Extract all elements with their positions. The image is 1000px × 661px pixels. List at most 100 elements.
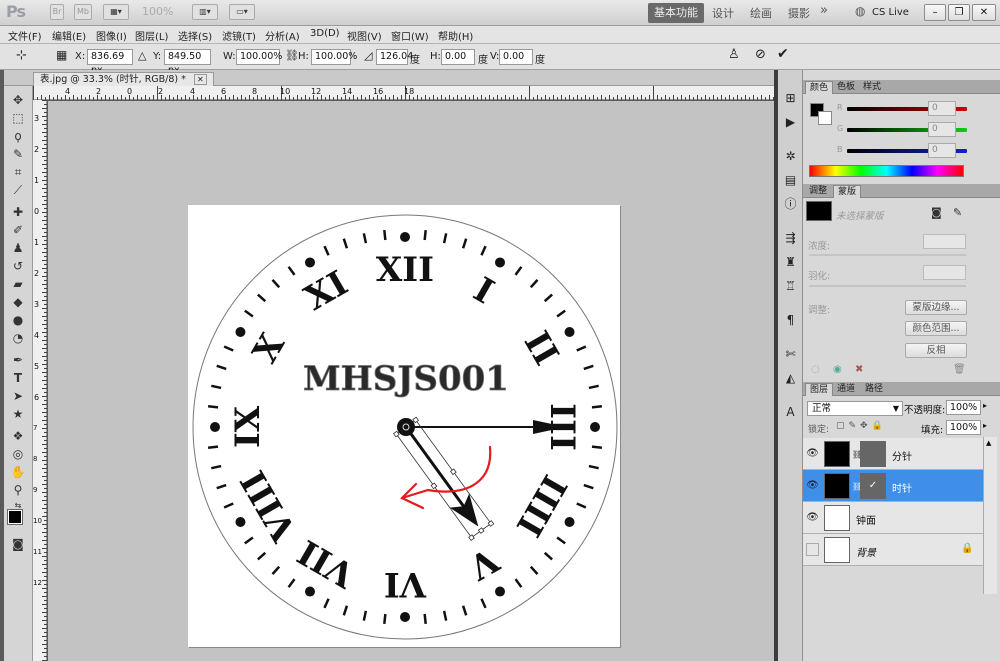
3d-rotate-icon[interactable]: ❖ xyxy=(10,428,26,444)
vector-mask-icon[interactable]: ✎ xyxy=(953,206,962,219)
tab-layers[interactable]: 图层 xyxy=(805,383,834,396)
commit-transform-icon[interactable]: ✔ xyxy=(777,46,789,62)
g-value[interactable]: 0 xyxy=(928,122,956,137)
hand-tool-icon[interactable]: ✋ xyxy=(10,464,26,480)
clone-stamp-icon[interactable]: ♟ xyxy=(10,240,26,256)
tab-adjustments[interactable]: 调整 xyxy=(805,185,831,198)
restore-button[interactable]: ❐ xyxy=(948,4,970,21)
density-slider[interactable] xyxy=(809,254,966,256)
scroll-up-icon[interactable]: ▲ xyxy=(986,439,991,447)
3d-panel-icon[interactable]: ✄ xyxy=(782,346,799,363)
menu-layer[interactable]: 图层(L) xyxy=(135,28,168,43)
pixel-mask-icon[interactable]: ◙ xyxy=(931,206,942,219)
menu-edit[interactable]: 编辑(E) xyxy=(52,28,86,43)
transform-tool-icon[interactable]: ⊹ xyxy=(16,48,27,63)
arrange-documents-icon[interactable]: ▥▾ xyxy=(192,4,218,20)
view-extras-icon[interactable]: ▦▾ xyxy=(103,4,129,20)
fill-field[interactable]: 100% xyxy=(946,420,981,435)
workspace-painting[interactable]: 绘画 xyxy=(750,5,772,21)
disable-mask-icon[interactable]: ✖ xyxy=(855,364,863,375)
opacity-field[interactable]: 100% xyxy=(946,400,981,415)
minibridge-icon[interactable]: Mb xyxy=(74,4,92,20)
eraser-tool-icon[interactable]: ▰ xyxy=(10,276,26,292)
zoom-level[interactable]: 100% xyxy=(142,5,173,18)
hskew-field[interactable]: 0.00 xyxy=(441,49,475,65)
marquee-tool-icon[interactable]: ⬚ xyxy=(10,110,26,126)
layer-row-face[interactable]: 👁 钟面 xyxy=(803,502,983,534)
menu-window[interactable]: 窗口(W) xyxy=(391,28,429,43)
quick-select-tool-icon[interactable]: ✎ xyxy=(10,146,26,162)
document-canvas[interactable]: XIIIIIIIIIIIIVVIVIIVIIIIXXXI MHSJS001 xyxy=(188,205,620,647)
bridge-icon[interactable]: Br xyxy=(50,4,64,20)
minimize-button[interactable]: – xyxy=(924,4,946,21)
background-color-chip[interactable] xyxy=(818,111,832,125)
visibility-toggle-empty[interactable] xyxy=(806,543,819,556)
cs-live-icon[interactable]: ◍ xyxy=(855,4,865,18)
r-value[interactable]: 0 xyxy=(928,101,956,116)
layer-row-minute[interactable]: 👁 ⛓ 分针 xyxy=(803,438,983,470)
paragraph-panel-icon[interactable]: ¶ xyxy=(782,312,799,329)
tab-color[interactable]: 颜色 xyxy=(805,81,834,94)
shape-tool-icon[interactable]: ★ xyxy=(10,406,26,422)
visibility-eye-icon[interactable]: 👁 xyxy=(806,511,819,524)
close-button[interactable]: ✕ xyxy=(972,4,996,21)
feather-slider[interactable] xyxy=(809,285,966,287)
navigator-panel-icon[interactable]: ✲ xyxy=(782,148,799,165)
cs-live-label[interactable]: CS Live xyxy=(872,7,909,18)
dodge-tool-icon[interactable]: ◔ xyxy=(10,330,26,346)
color-spectrum-bar[interactable] xyxy=(809,165,964,177)
apply-mask-icon[interactable]: ◉ xyxy=(833,364,842,375)
tab-channels[interactable]: 通道 xyxy=(833,383,859,396)
menu-3d[interactable]: 3D(D) xyxy=(310,28,340,39)
height-field[interactable]: 100.00% xyxy=(311,49,357,65)
visibility-eye-icon[interactable]: 👁 xyxy=(806,479,819,492)
load-selection-icon[interactable]: ◌ xyxy=(811,364,820,375)
quick-mask-icon[interactable]: ◙ xyxy=(10,536,26,552)
reference-point-icon[interactable]: ▦ xyxy=(56,48,67,62)
visibility-eye-icon[interactable]: 👁 xyxy=(806,447,819,460)
eyedropper-tool-icon[interactable]: ⟋ xyxy=(10,182,26,198)
width-field[interactable]: 100.00% xyxy=(236,49,282,65)
history-panel-icon[interactable]: ⊞ xyxy=(782,90,799,107)
fill-arrow-icon[interactable]: ▸ xyxy=(983,421,987,430)
blur-tool-icon[interactable]: ● xyxy=(10,312,26,328)
feather-field[interactable] xyxy=(923,265,966,280)
screen-mode-icon[interactable]: ▭▾ xyxy=(229,4,255,20)
menu-file[interactable]: 文件(F) xyxy=(8,28,42,43)
menu-help[interactable]: 帮助(H) xyxy=(438,28,473,43)
menu-analysis[interactable]: 分析(A) xyxy=(265,28,300,43)
history-brush-icon[interactable]: ↺ xyxy=(10,258,26,274)
relative-position-icon[interactable]: △ xyxy=(138,49,146,62)
menu-image[interactable]: 图像(I) xyxy=(96,28,127,43)
layer-row-background[interactable]: 背景 🔒 xyxy=(803,534,983,566)
workspace-design[interactable]: 设计 xyxy=(712,5,734,21)
density-field[interactable] xyxy=(923,234,966,249)
close-document-icon[interactable]: ✕ xyxy=(193,74,207,85)
workspace-photography[interactable]: 摄影 xyxy=(788,5,810,21)
delete-mask-icon[interactable]: 🗑 xyxy=(953,364,966,375)
move-tool-icon[interactable]: ✥ xyxy=(10,92,26,108)
document-tab[interactable]: 表.jpg @ 33.3% (时针, RGB/8) * ✕ xyxy=(33,72,214,86)
foreground-color-swatch[interactable] xyxy=(7,509,23,525)
menu-filter[interactable]: 滤镜(T) xyxy=(222,28,256,43)
menu-view[interactable]: 视图(V) xyxy=(347,28,382,43)
pen-tool-icon[interactable]: ✒ xyxy=(10,352,26,368)
info-panel-icon[interactable]: ⓘ xyxy=(782,196,799,213)
tab-swatches[interactable]: 色板 xyxy=(833,81,859,94)
link-icon[interactable]: ⛓ xyxy=(285,49,299,62)
mask-edge-button[interactable]: 蒙版边缘... xyxy=(905,300,967,315)
healing-brush-icon[interactable]: ✚ xyxy=(10,204,26,220)
character-panel-icon[interactable]: A xyxy=(782,404,799,421)
layers-scrollbar[interactable]: ▲ xyxy=(983,437,997,594)
warp-mode-icon[interactable]: ♙ xyxy=(728,47,740,62)
type-tool-icon[interactable]: T xyxy=(10,370,26,386)
lock-icons[interactable]: ▢✎✥🔒 xyxy=(836,421,887,431)
clone-source-icon[interactable]: ♜ xyxy=(782,254,799,271)
tool-presets-icon[interactable]: ♖ xyxy=(782,278,799,295)
lasso-tool-icon[interactable]: ϙ xyxy=(10,128,26,144)
y-field[interactable]: 849.50 px xyxy=(164,49,211,76)
path-select-icon[interactable]: ➤ xyxy=(10,388,26,404)
b-value[interactable]: 0 xyxy=(928,143,956,158)
workspace-essentials[interactable]: 基本功能 xyxy=(648,3,704,23)
animation-panel-icon[interactable]: ◭ xyxy=(782,370,799,387)
